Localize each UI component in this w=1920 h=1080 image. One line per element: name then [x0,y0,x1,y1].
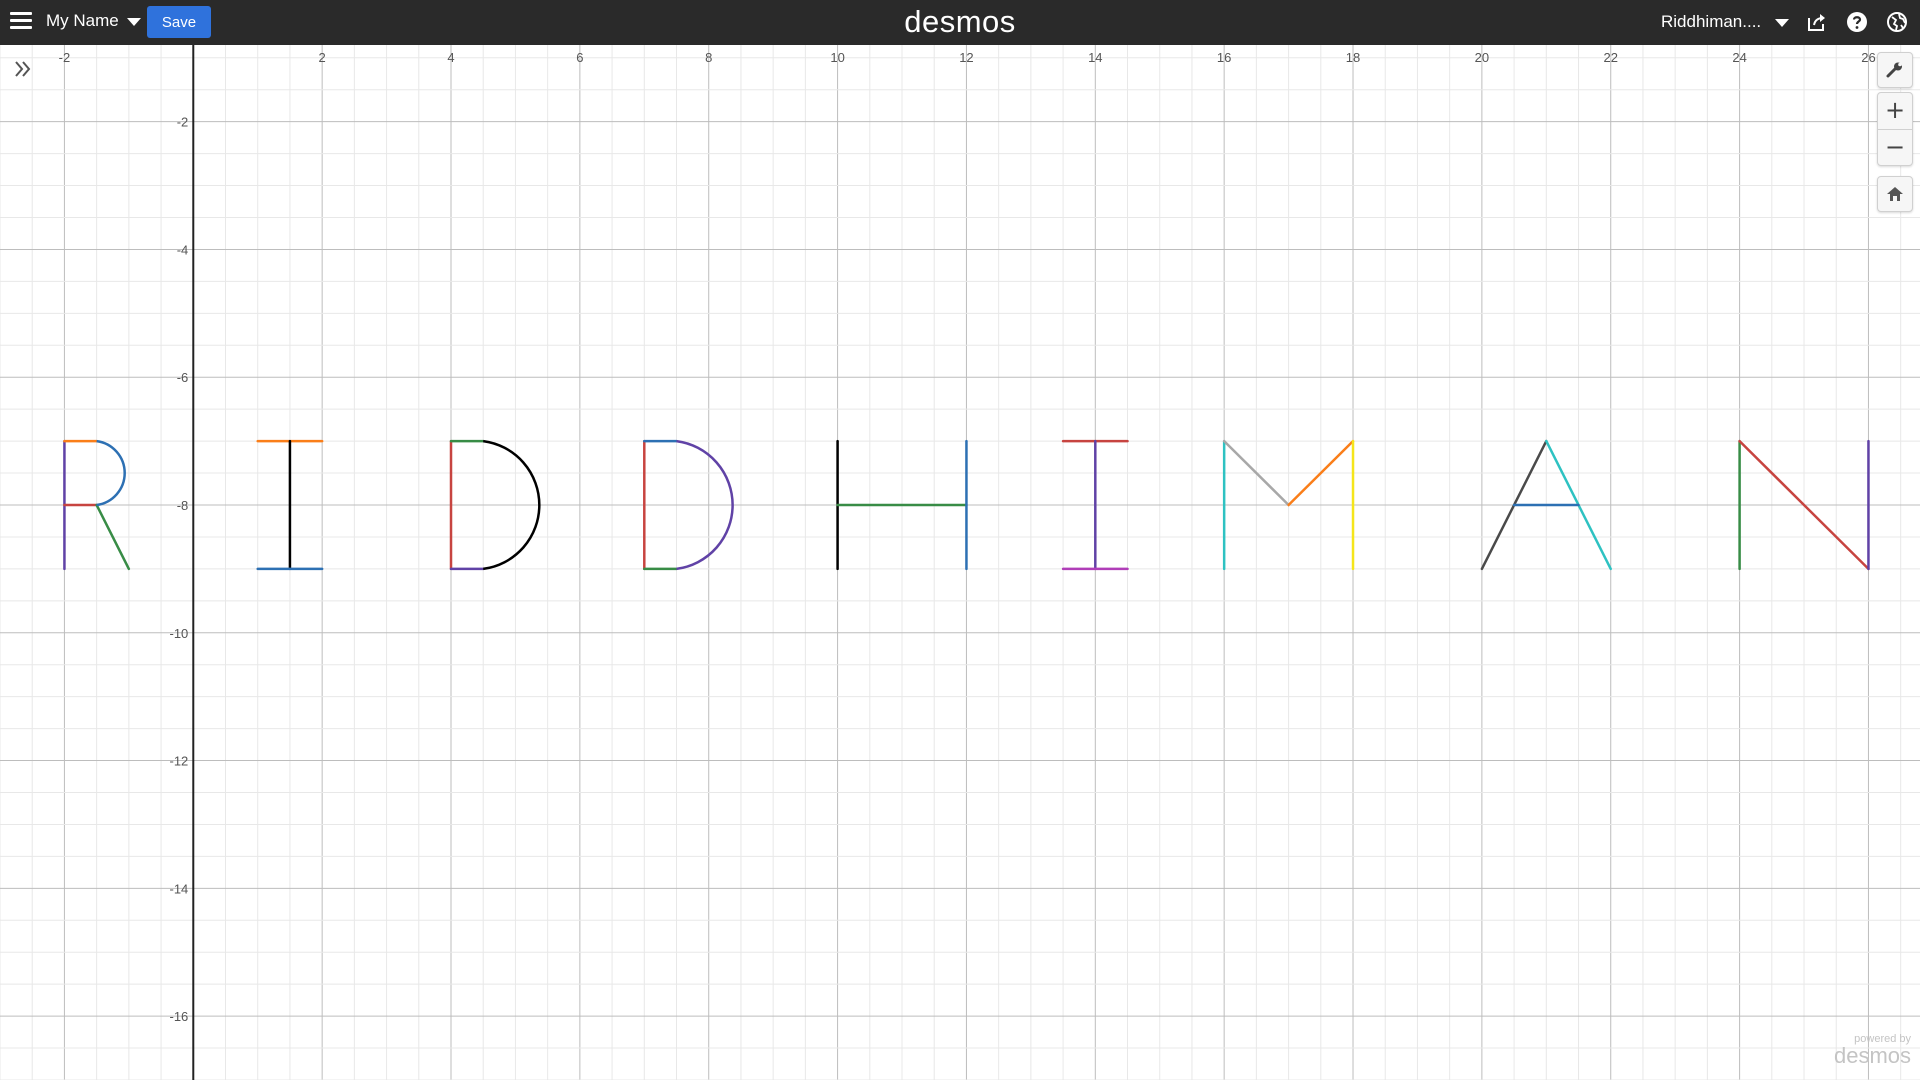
hamburger-icon[interactable] [10,12,32,32]
y-tick-label: -10 [169,626,188,641]
y-tick-label: -12 [169,754,188,769]
x-tick-label: 16 [1217,50,1231,65]
graph-canvas[interactable]: -2 2 4 6 8 10 12 14 16 18 20 22 24 26 -2 -4 -6 -8 -10 -12 -1… [0,45,1920,1080]
x-tick-label: 20 [1475,50,1489,65]
home-icon [1887,187,1903,201]
plus-icon: + [1884,96,1906,124]
user-name: Riddhiman.... [1661,12,1762,31]
x-tick-label: 18 [1346,50,1360,65]
x-tick-label: 12 [959,50,973,65]
y-tick-label: -4 [177,242,189,257]
minus-icon: − [1884,133,1906,161]
default-viewport-button[interactable] [1877,176,1913,212]
graph-title: My Name [46,11,119,30]
chevron-down-icon [1775,18,1790,27]
x-tick-label: 4 [447,50,454,65]
wrench-icon [1886,62,1902,78]
y-tick-label: -14 [169,881,188,896]
x-tick-label: 10 [830,50,844,65]
y-tick-label: -6 [177,370,189,385]
expand-icon[interactable] [10,56,36,82]
x-tick-label: -2 [59,50,71,65]
graph-settings-button[interactable] [1877,52,1913,88]
x-tick-label: 24 [1732,50,1746,65]
graph-paper[interactable]: -2 2 4 6 8 10 12 14 16 18 20 22 24 26-2-4-6-8-10-12-1… [0,45,1920,1080]
graph-title-menu[interactable]: My Name [46,11,141,31]
y-tick-label: -16 [169,1009,188,1024]
watermark-line2: desmos [1834,1043,1912,1068]
x-tick-label: 2 [319,50,326,65]
powered-by-watermark: powered by desmos [1834,1034,1911,1067]
language-icon[interactable] [1886,11,1908,33]
x-tick-label: 26 [1861,50,1875,65]
x-tick-label: 14 [1088,50,1102,65]
save-button[interactable]: Save [147,6,211,38]
x-tick-label: 8 [705,50,712,65]
share-icon[interactable] [1806,11,1828,33]
chevron-down-icon [126,17,141,26]
zoom-in-button[interactable]: + [1878,93,1912,129]
brand-logo: desmos [904,4,1016,39]
x-tick-label: 22 [1604,50,1618,65]
zoom-out-button[interactable]: − [1878,129,1912,166]
y-tick-label: -8 [177,498,189,513]
user-menu[interactable]: Riddhiman.... [1661,12,1790,32]
top-bar: My Name Save desmos Riddhiman.... [0,0,1920,45]
help-icon[interactable] [1846,11,1868,33]
y-tick-label: -2 [177,115,189,130]
zoom-controls: + − [1877,92,1913,166]
x-tick-label: 6 [576,50,583,65]
